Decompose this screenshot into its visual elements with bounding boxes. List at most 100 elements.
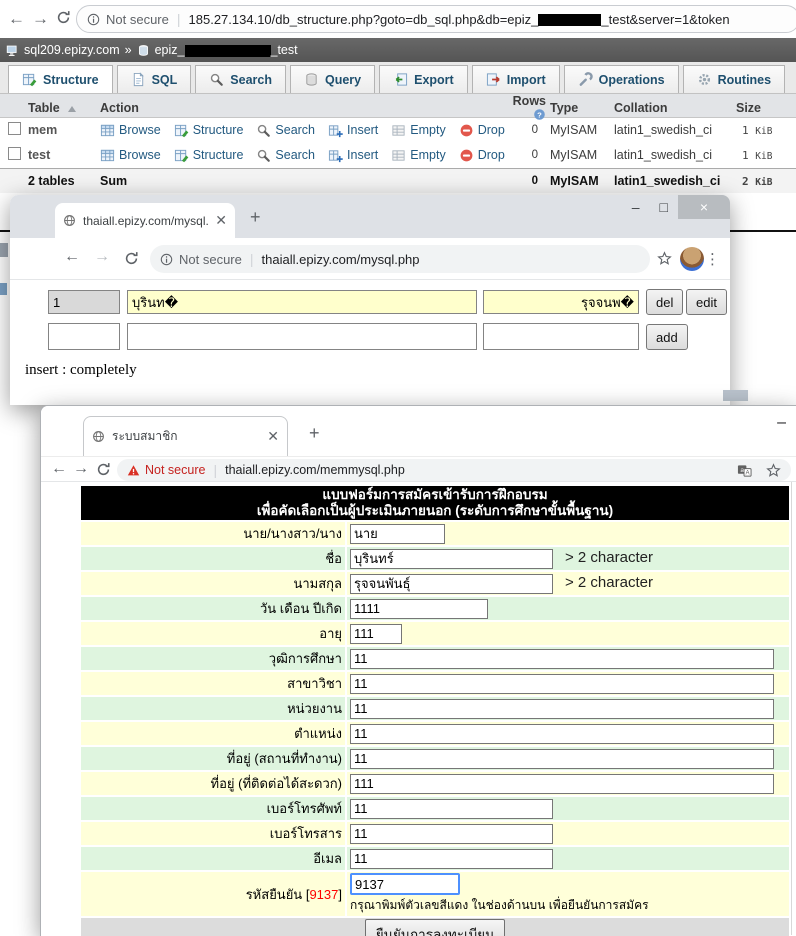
reload-icon[interactable] (96, 462, 111, 477)
action-link[interactable]: Search (256, 148, 315, 163)
action-icon (328, 148, 343, 163)
row-checkbox[interactable] (8, 122, 21, 135)
field-input[interactable] (350, 574, 553, 594)
pma-nav-tab[interactable]: SQL (117, 65, 192, 93)
field-input[interactable] (350, 599, 488, 619)
pma-nav-tab[interactable]: Routines (683, 65, 785, 93)
back-icon[interactable]: ← (64, 248, 80, 266)
field-input[interactable] (350, 524, 445, 544)
back-icon[interactable]: ← (8, 0, 25, 38)
action-link[interactable]: Insert (328, 123, 378, 138)
minimize-button[interactable]: – (622, 195, 650, 219)
submit-button[interactable]: ยืนยันการลงทะเบียน (365, 919, 506, 936)
row-checkbox[interactable] (8, 147, 21, 160)
new-surname-field[interactable] (483, 323, 639, 350)
address-bar[interactable]: Not secure | 185.27.134.10/db_structure.… (76, 5, 796, 33)
profile-avatar[interactable] (680, 247, 704, 271)
globe-icon (63, 214, 76, 227)
address-bar[interactable]: Not secure | thaiall.epizy.com/memmysql.… (117, 459, 791, 481)
forward-icon[interactable]: → (32, 0, 49, 38)
forward-icon[interactable]: → (73, 460, 89, 478)
col-size[interactable]: Size (736, 101, 796, 115)
row-actions: Browse Structure Search (100, 148, 498, 163)
scrollbar-edge[interactable] (791, 482, 792, 935)
maximize-button[interactable]: □ (650, 195, 678, 219)
warning-triangle-icon[interactable] (127, 464, 140, 477)
action-link[interactable]: Search (256, 123, 315, 138)
pma-nav-tab[interactable]: Search (195, 65, 286, 93)
field-input[interactable] (350, 674, 774, 694)
field-input[interactable] (350, 624, 402, 644)
row-size: 1 KiB (736, 149, 796, 162)
pma-nav-tab[interactable]: Operations (564, 65, 679, 93)
field-input[interactable] (350, 699, 774, 719)
menu-dots-icon[interactable]: ⋮ (705, 250, 720, 268)
pma-tab-label: Structure (43, 73, 99, 87)
action-link[interactable]: Structure (174, 148, 244, 163)
info-icon[interactable] (160, 253, 173, 266)
pma-nav-tab[interactable]: Query (290, 65, 375, 93)
field-input[interactable] (350, 749, 774, 769)
reload-icon[interactable] (124, 251, 139, 266)
field-input[interactable] (350, 649, 774, 669)
pma-nav-tab[interactable]: Export (379, 65, 468, 93)
col-type[interactable]: Type (550, 101, 614, 115)
new-tab-button[interactable]: + (250, 207, 261, 228)
action-link[interactable]: Browse (100, 148, 161, 163)
field-input[interactable] (350, 774, 774, 794)
tab-close-icon[interactable]: ✕ (267, 428, 279, 445)
new-tab-button[interactable]: + (309, 423, 320, 444)
bookmark-star-icon[interactable] (766, 463, 781, 478)
action-link[interactable]: Empty (391, 123, 445, 138)
field-input[interactable] (350, 849, 553, 869)
edit-button[interactable]: edit (686, 289, 727, 315)
col-table[interactable]: Table (28, 101, 100, 115)
sort-asc-icon (68, 106, 76, 112)
window1-tab[interactable]: thaiall.epizy.com/mysql.php ✕ (55, 203, 235, 238)
action-link[interactable]: Structure (174, 123, 244, 138)
row-actions: Browse Structure Search (100, 123, 498, 138)
field-input[interactable] (350, 824, 553, 844)
form-field-row: อีเมล (81, 847, 789, 870)
close-button[interactable]: × (678, 195, 730, 219)
forward-icon[interactable]: → (94, 248, 110, 266)
pma-nav-tab[interactable]: Import (472, 65, 560, 93)
col-collation[interactable]: Collation (614, 101, 736, 115)
back-icon[interactable]: ← (51, 460, 67, 478)
address-bar[interactable]: Not secure | thaiall.epizy.com/mysql.php (150, 245, 650, 273)
field-input[interactable] (350, 549, 553, 569)
captcha-hint: กรุณาพิมพ์ตัวเลขสีแดง ในช่องด้านบน เพื่อ… (350, 896, 786, 915)
bookmark-star-icon[interactable] (657, 251, 672, 266)
tab-close-icon[interactable]: ✕ (215, 212, 227, 229)
field-input[interactable] (350, 799, 553, 819)
record-name-field[interactable] (127, 290, 477, 314)
reload-icon[interactable] (56, 10, 71, 25)
add-button[interactable]: add (646, 324, 688, 350)
captcha-input[interactable] (350, 873, 460, 895)
delete-button[interactable]: del (646, 289, 683, 315)
table-body: mem Browse Structure (0, 118, 796, 168)
breadcrumb-server[interactable]: sql209.epizy.com (24, 43, 120, 57)
translate-icon[interactable] (737, 463, 752, 478)
form-title-line1: แบบฟอร์มการสมัครเข้ารับการฝึกอบรม (84, 487, 786, 503)
table-row: test Browse Structure (0, 143, 796, 168)
record-id-field[interactable] (48, 290, 120, 314)
form-title: แบบฟอร์มการสมัครเข้ารับการฝึกอบรม เพื่อค… (81, 486, 789, 520)
breadcrumb-db[interactable]: epiz__test (155, 43, 298, 57)
minimize-button[interactable]: – (777, 414, 786, 432)
table-name[interactable]: mem (28, 123, 100, 137)
action-link[interactable]: Insert (328, 148, 378, 163)
form-footer: ยืนยันการลงทะเบียน (81, 918, 789, 936)
window2-page-content: แบบฟอร์มการสมัครเข้ารับการฝึกอบรม เพื่อค… (41, 482, 796, 935)
pma-tab-icon (304, 72, 319, 87)
new-id-field[interactable] (48, 323, 120, 350)
record-surname-field[interactable] (483, 290, 639, 314)
pma-nav-tab[interactable]: Structure (8, 65, 113, 93)
table-name[interactable]: test (28, 148, 100, 162)
action-link[interactable]: Empty (391, 148, 445, 163)
window2-tab[interactable]: ระบบสมาชิก ✕ (83, 416, 288, 456)
new-name-field[interactable] (127, 323, 477, 350)
action-link[interactable]: Browse (100, 123, 161, 138)
info-icon[interactable] (87, 13, 100, 26)
field-input[interactable] (350, 724, 774, 744)
